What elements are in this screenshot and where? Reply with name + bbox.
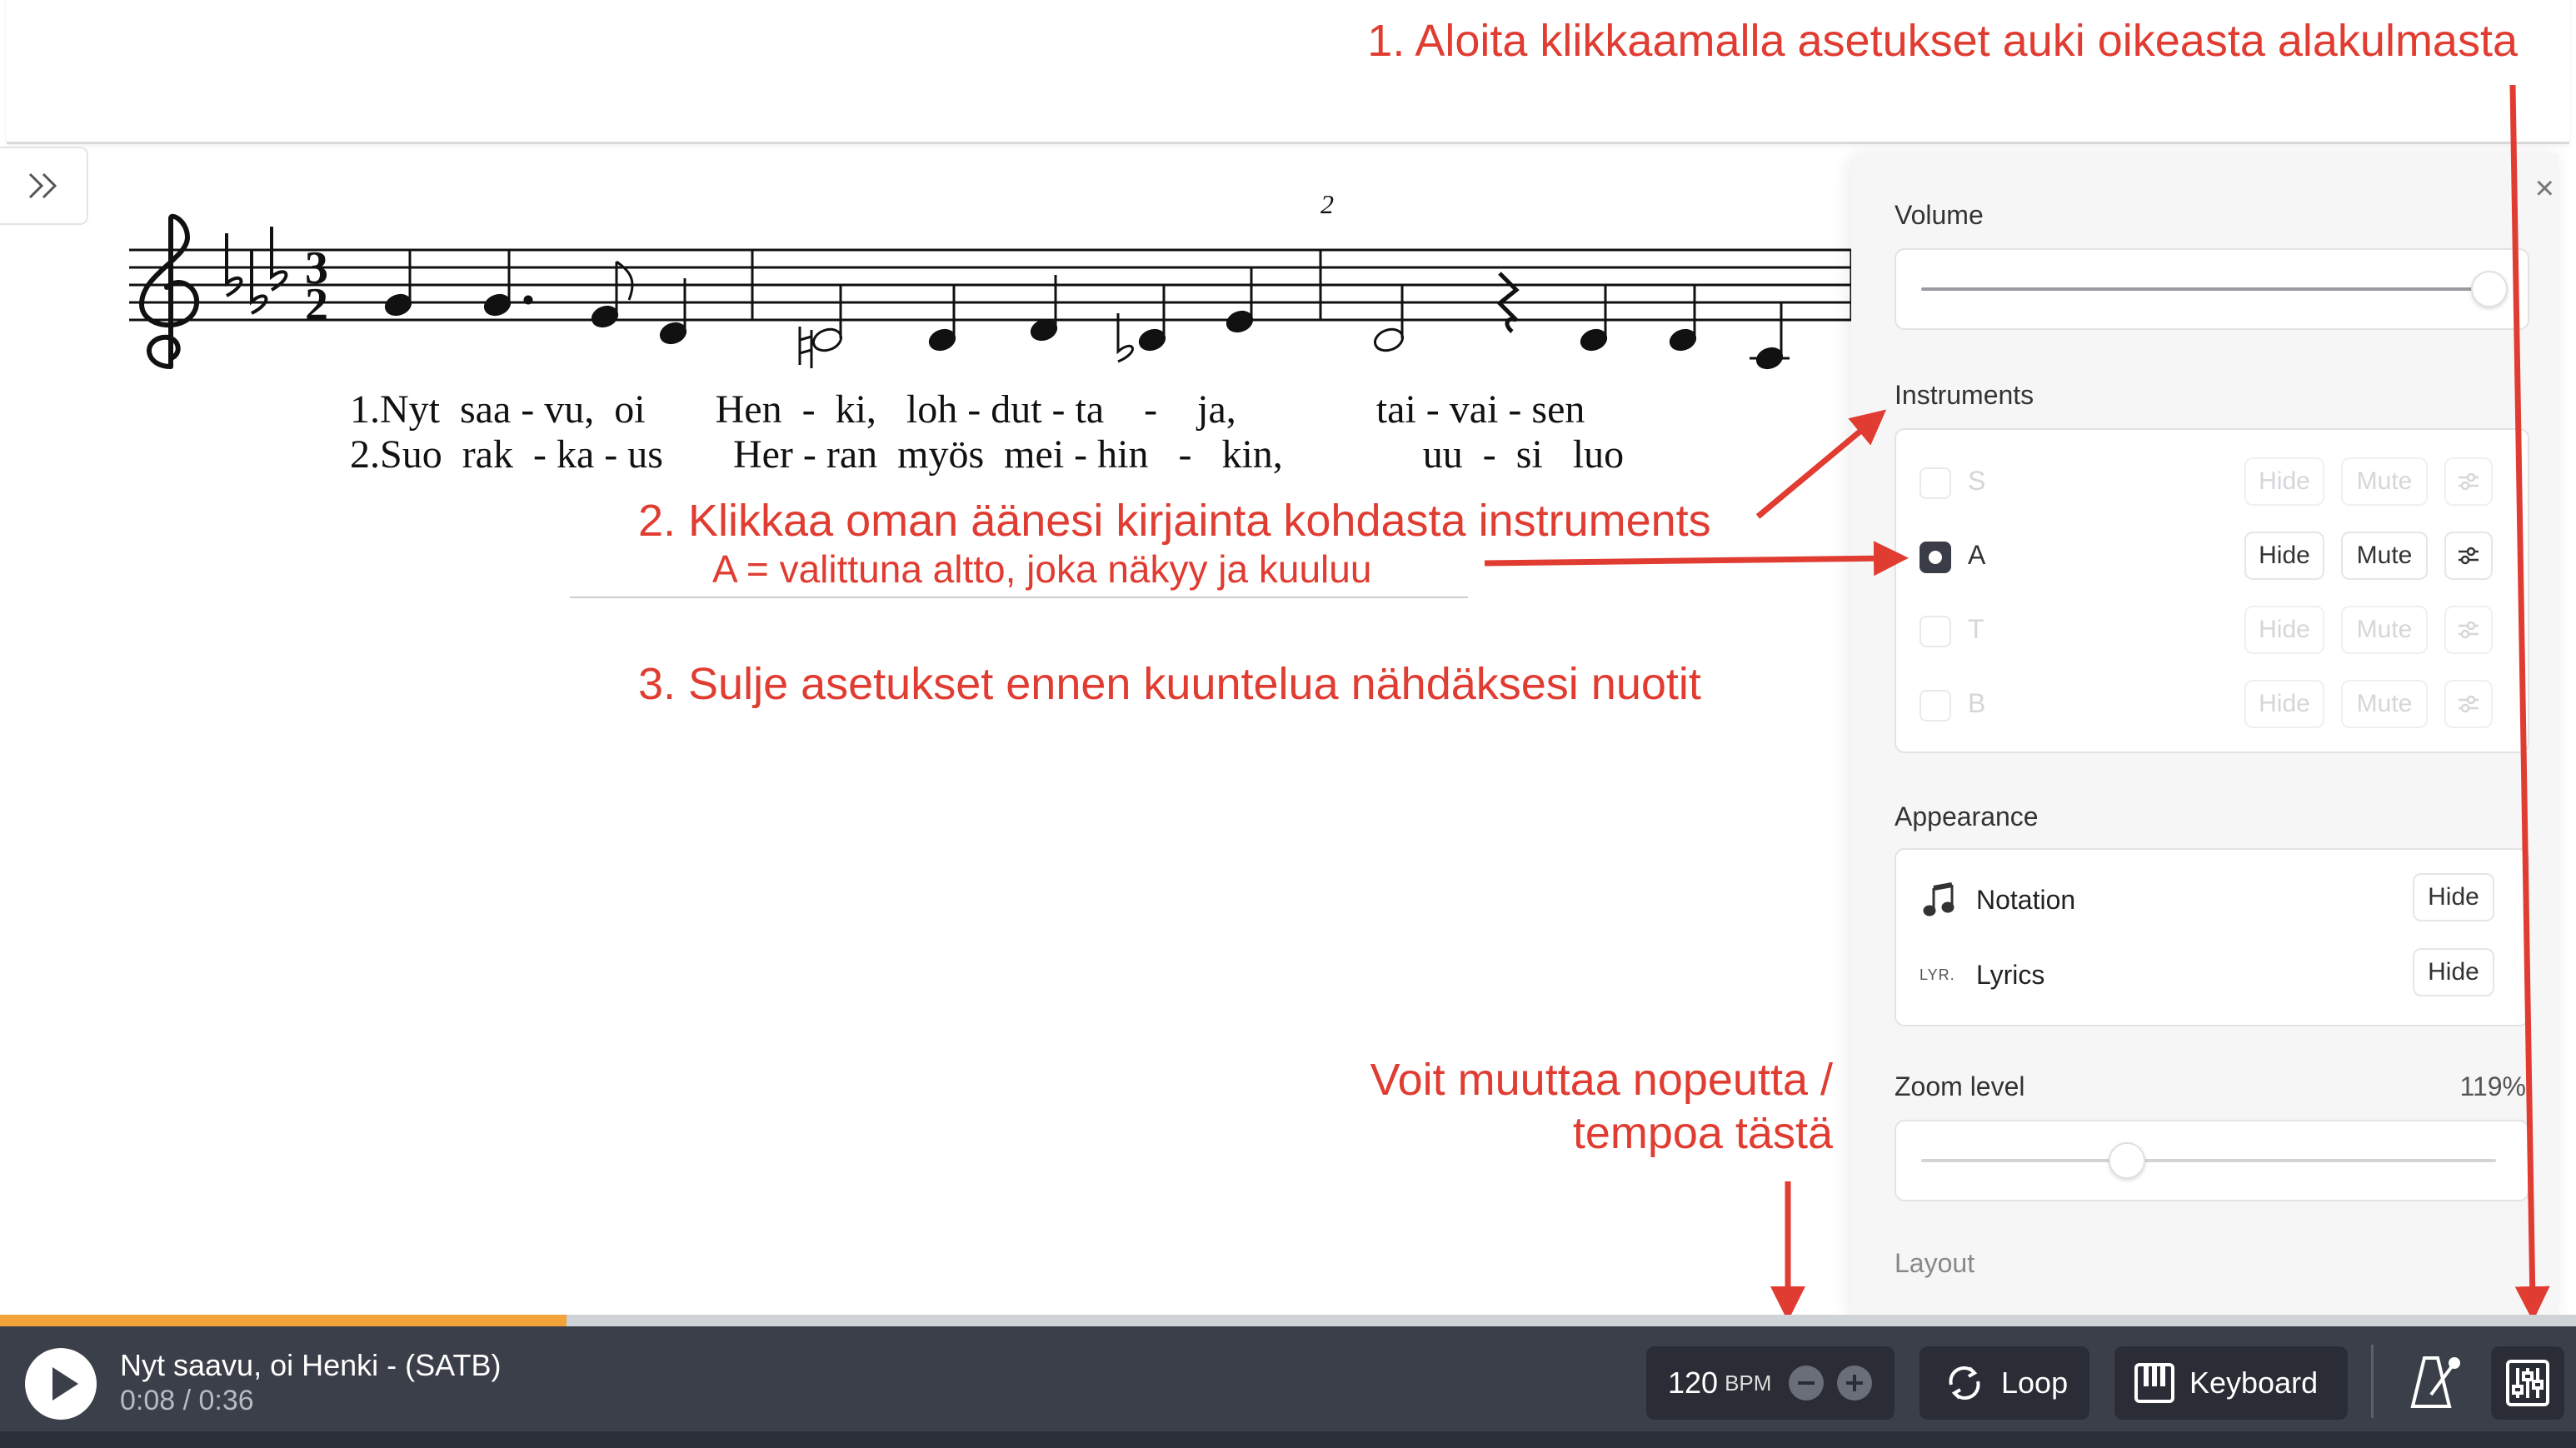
loop-label: Loop — [2001, 1366, 2069, 1400]
instrument-row-t: T Hide Mute — [1896, 601, 2528, 659]
settings-panel: × Volume Instruments S Hide Mute A Hide … — [1851, 153, 2559, 1316]
instrument-hide-a[interactable]: Hide — [2244, 532, 2324, 580]
loop-button[interactable]: Loop — [1920, 1346, 2089, 1420]
annotation-tempo: Voit muuttaa nopeutta / tempoa tästä — [1300, 1053, 1833, 1160]
instrument-label-b: B — [1968, 688, 1986, 718]
volume-slider[interactable] — [1895, 248, 2529, 330]
appearance-box: Notation Hide LYR. Lyrics Hide — [1895, 848, 2529, 1026]
lyrics-hide-button[interactable]: Hide — [2413, 948, 2494, 996]
divider — [2371, 1345, 2374, 1418]
playback-progress[interactable] — [0, 1315, 2576, 1326]
track-title: Nyt saavu, oi Henki - (SATB) — [120, 1348, 502, 1382]
music-staff: 3 2 2 — [129, 189, 1853, 370]
instrument-row-a: A Hide Mute — [1896, 527, 2528, 585]
keyboard-button[interactable]: Keyboard — [2114, 1346, 2348, 1420]
annotation-step-3: 3. Sulje asetukset ennen kuuntelua nähdä… — [638, 659, 1701, 709]
play-icon — [52, 1367, 78, 1401]
annotation-step-2-sub: A = valittuna altto, joka näkyy ja kuulu… — [712, 547, 1372, 591]
taskbar-strip — [0, 1431, 2576, 1448]
measure-number: 2 — [1320, 189, 1334, 219]
lyrics-verse-1: 1.Nyt saa - vu, oi Hen - ki, loh - dut -… — [350, 387, 1585, 432]
instrument-label-s: S — [1968, 466, 1986, 496]
instrument-mixer-b[interactable] — [2444, 680, 2493, 728]
instrument-mute-b[interactable]: Mute — [2341, 680, 2428, 728]
instrument-row-s: S Hide Mute — [1896, 452, 2528, 511]
keyboard-label: Keyboard — [2189, 1366, 2319, 1400]
volume-thumb[interactable] — [2471, 271, 2508, 307]
annotation-step-1: 1. Aloita klikkaamalla asetukset auki oi… — [1367, 16, 2518, 66]
instrument-hide-t[interactable]: Hide — [2244, 606, 2324, 654]
piano-keyboard-icon — [2134, 1363, 2174, 1403]
instrument-select-a[interactable] — [1920, 542, 1951, 573]
lyrics-label: Lyrics — [1976, 960, 2045, 990]
loop-icon — [1949, 1366, 1980, 1400]
music-note-icon — [1923, 882, 1954, 916]
instrument-select-s[interactable] — [1920, 467, 1951, 499]
zoom-thumb[interactable] — [2109, 1142, 2145, 1179]
score-area: 3 2 2 1.Nyt saa - vu, oi Hen - ki, loh -… — [0, 167, 1883, 483]
lyrics-verse-2: 2.Suo rak - ka - us Her - ran myös mei -… — [350, 432, 1625, 477]
instrument-select-t[interactable] — [1920, 616, 1951, 647]
volume-heading: Volume — [1895, 200, 1984, 230]
sliders-icon — [2459, 472, 2479, 491]
settings-button[interactable] — [2491, 1346, 2564, 1420]
instrument-mixer-s[interactable] — [2444, 457, 2493, 506]
instrument-row-b: B Hide Mute — [1896, 675, 2528, 733]
zoom-heading: Zoom level — [1895, 1071, 2025, 1101]
close-icon[interactable]: × — [2535, 170, 2554, 207]
zoom-value: 119% — [2459, 1071, 2526, 1101]
notation-hide-button[interactable]: Hide — [2413, 873, 2494, 921]
sliders-icon — [2459, 621, 2479, 639]
instrument-hide-b[interactable]: Hide — [2244, 680, 2324, 728]
instrument-label-t: T — [1968, 614, 1984, 644]
track-time: 0:08 / 0:36 — [120, 1385, 254, 1416]
bpm-unit: BPM — [1725, 1370, 1772, 1396]
instrument-mute-s[interactable]: Mute — [2341, 457, 2428, 506]
metronome-icon — [2410, 1356, 2460, 1408]
sliders-icon — [2459, 695, 2479, 713]
mixer-sliders-icon — [2506, 1360, 2549, 1406]
notation-label: Notation — [1976, 885, 2076, 915]
playback-progress-fill — [0, 1315, 567, 1326]
bpm-value: 120 — [1668, 1366, 1719, 1400]
tempo-decrease-button[interactable] — [1786, 1363, 1826, 1403]
metronome-button[interactable] — [2406, 1351, 2466, 1415]
appearance-heading: Appearance — [1895, 801, 2039, 831]
tempo-increase-button[interactable] — [1835, 1363, 1875, 1403]
instrument-mixer-a[interactable] — [2444, 532, 2493, 580]
player-bar: Nyt saavu, oi Henki - (SATB) 0:08 / 0:36… — [0, 1326, 2576, 1431]
zoom-track — [1921, 1159, 2496, 1162]
instruments-list: S Hide Mute A Hide Mute T Hide Mute B Hi… — [1895, 428, 2529, 753]
instrument-label-a: A — [1968, 540, 1986, 570]
instrument-select-b[interactable] — [1920, 690, 1951, 722]
instrument-mixer-t[interactable] — [2444, 606, 2493, 654]
layout-heading: Layout — [1895, 1248, 1975, 1278]
zoom-slider[interactable] — [1895, 1120, 2529, 1201]
sliders-icon — [2459, 547, 2479, 565]
annotation-step-2: 2. Klikkaa oman äänesi kirjainta kohdast… — [638, 496, 1711, 546]
lyrics-icon: LYR. — [1920, 966, 1955, 983]
play-button[interactable] — [25, 1348, 97, 1420]
instrument-mute-t[interactable]: Mute — [2341, 606, 2428, 654]
instrument-mute-a[interactable]: Mute — [2341, 532, 2428, 580]
volume-track — [1921, 287, 2479, 291]
treble-clef-icon — [138, 213, 200, 369]
instrument-hide-s[interactable]: Hide — [2244, 457, 2324, 506]
svg-text:2: 2 — [305, 279, 328, 331]
annotation-tempo-line-1: Voit muuttaa nopeutta / — [1370, 1055, 1833, 1105]
annotation-tempo-line-2: tempoa tästä — [1572, 1108, 1833, 1158]
tempo-control: 120 BPM — [1646, 1346, 1895, 1420]
instruments-heading: Instruments — [1895, 380, 2034, 410]
